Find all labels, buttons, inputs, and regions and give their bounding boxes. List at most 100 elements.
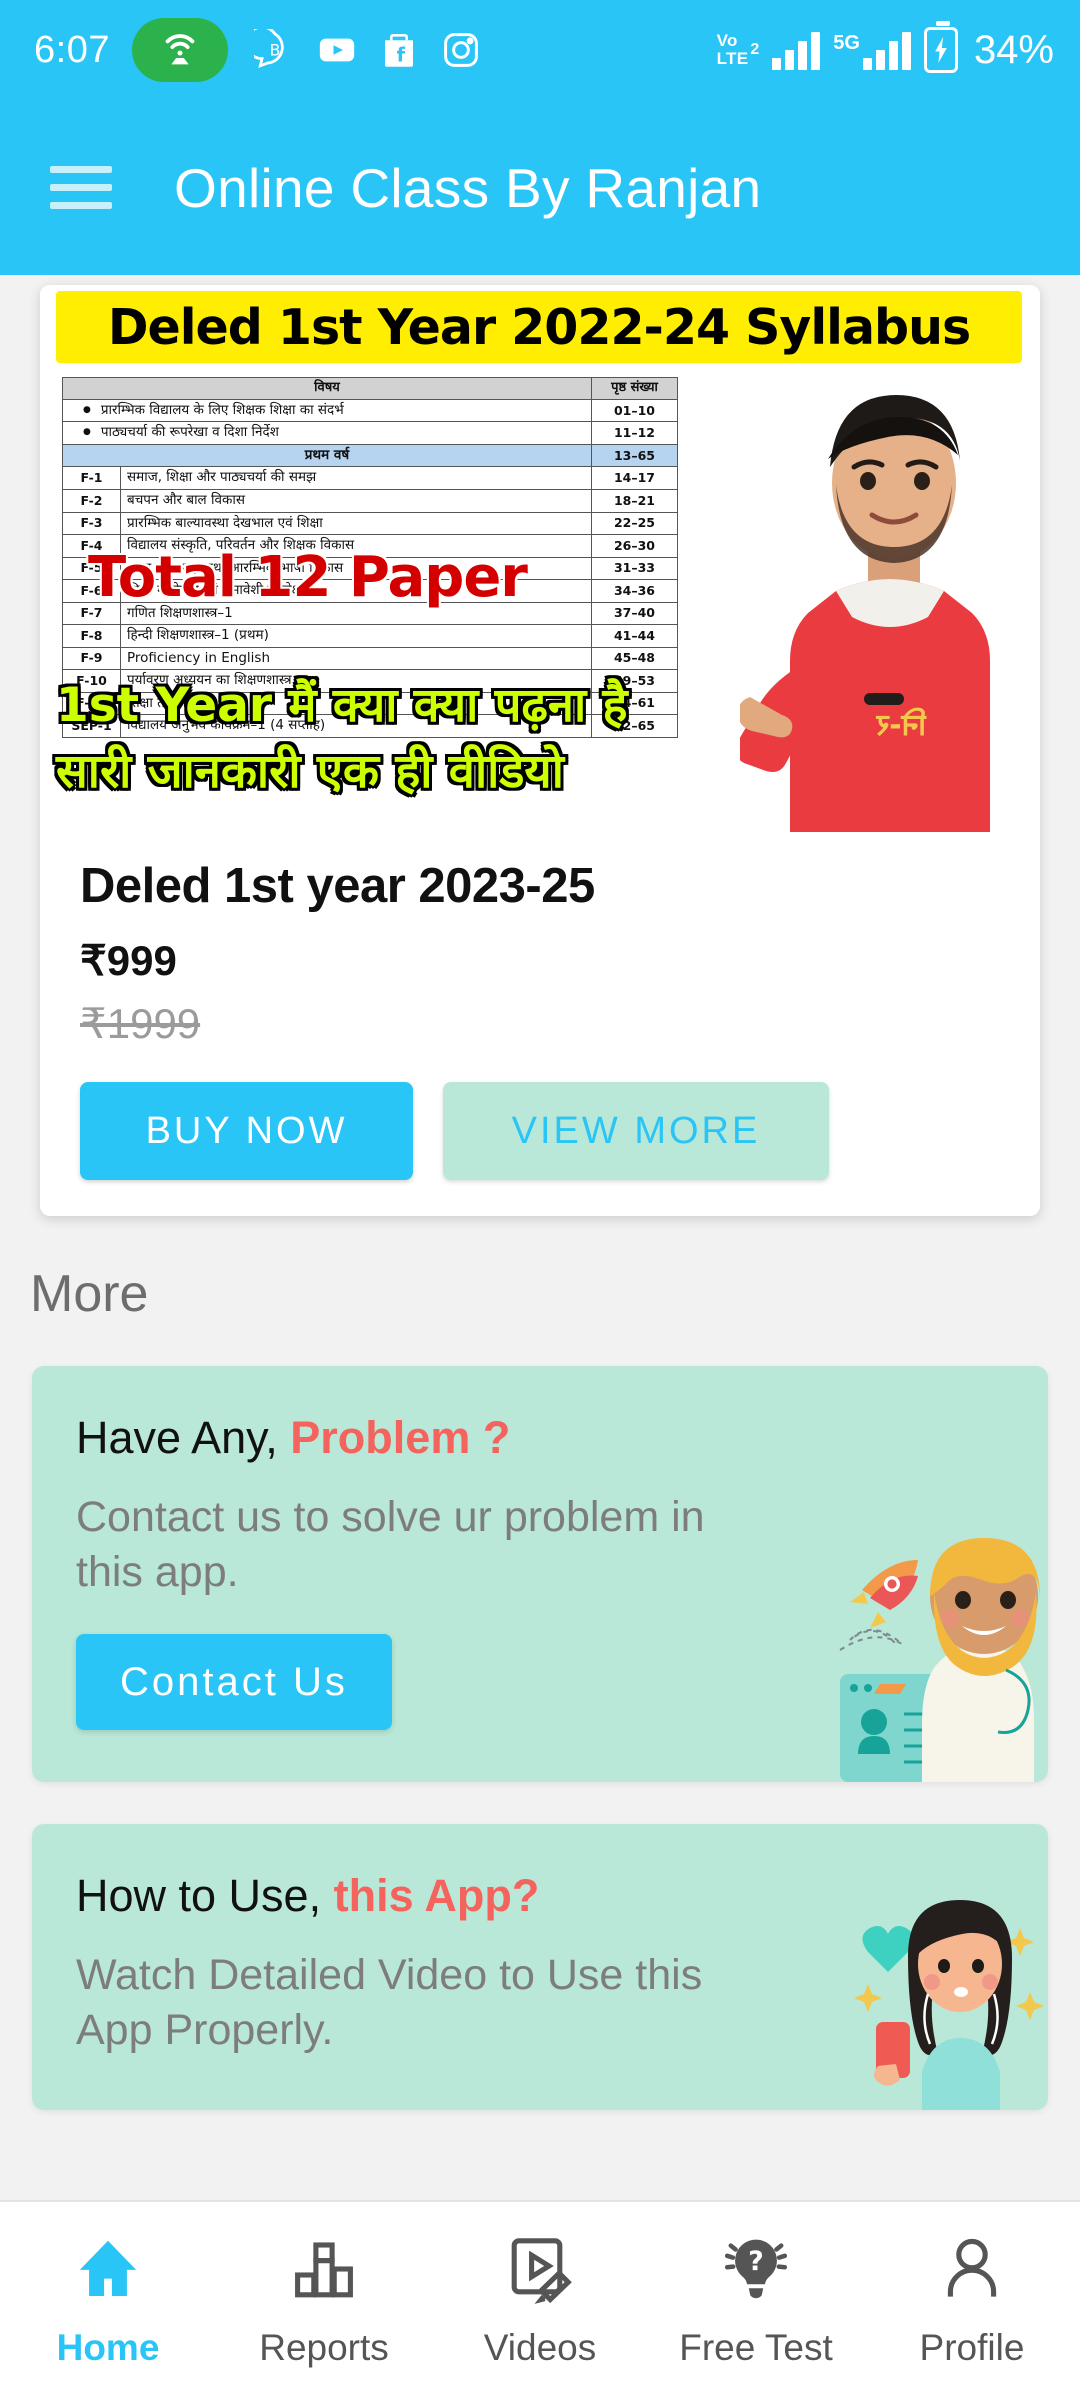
syllabus-cell-pages: 01–10 xyxy=(591,398,678,423)
thumbnail-overlay-hindi-1: 1st Year मैं क्या क्या पढ़ना है xyxy=(56,678,628,733)
table-row: पाठ्यचर्या की रूपरेखा व दिशा निर्देश11–1… xyxy=(62,421,678,445)
nav-label-free-test: Free Test xyxy=(679,2327,833,2368)
view-more-button[interactable]: VIEW MORE xyxy=(443,1082,829,1180)
syllabus-cell-pages: 13–65 xyxy=(591,443,678,468)
how-to-use-title-plain: How to Use, xyxy=(76,1870,334,1922)
battery-percent: 34% xyxy=(973,27,1054,72)
syllabus-header-subject: विषय xyxy=(62,377,592,400)
course-card[interactable]: Deled 1st Year 2022-24 Syllabus विषय पृष… xyxy=(40,285,1040,1216)
syllabus-cell-subject: समाज, शिक्षा और पाठ्यचर्या की समझ xyxy=(120,466,592,490)
nav-label-profile: Profile xyxy=(919,2327,1025,2368)
flipkart-icon: f xyxy=(384,33,413,67)
hamburger-menu-icon[interactable] xyxy=(50,166,112,209)
app-screen: 6:07 B f Vo LTE 2 5G 34% Online Class By… xyxy=(0,0,1080,2400)
signal-bars-sim2 xyxy=(862,30,911,70)
how-to-use-title-accent: this App? xyxy=(333,1870,540,1922)
help-problem-card[interactable]: Have Any, Problem ? Contact us to solve … xyxy=(32,1366,1048,1783)
syllabus-cell-subject: पाठ्यचर्या की रूपरेखा व दिशा निर्देश xyxy=(62,421,592,445)
nav-item-free-test[interactable]: ? Free Test xyxy=(648,2233,864,2369)
more-section-heading: More xyxy=(30,1265,149,1323)
bar-chart-icon xyxy=(295,2242,353,2298)
how-to-use-card[interactable]: How to Use, this App? Watch Detailed Vid… xyxy=(32,1824,1048,2111)
svg-text:B: B xyxy=(270,40,281,59)
table-row: प्रथम वर्ष 13–65 xyxy=(62,443,678,468)
status-bar: 6:07 B f Vo LTE 2 5G 34% xyxy=(0,0,1080,100)
course-card-body: Deled 1st year 2023-25 ₹999 ₹1999 BUY NO… xyxy=(40,832,1040,1216)
status-right-icons: Vo LTE 2 5G 34% xyxy=(717,21,1054,73)
nav-label-videos: Videos xyxy=(483,2327,597,2368)
volte-icon: Vo LTE 2 xyxy=(717,32,760,68)
nav-item-profile[interactable]: Profile xyxy=(864,2233,1080,2369)
contact-us-button[interactable]: Contact Us xyxy=(76,1634,392,1731)
thumbnail-banner: Deled 1st Year 2022-24 Syllabus xyxy=(56,291,1022,363)
scroll-content[interactable]: Deled 1st Year 2022-24 Syllabus विषय पृष… xyxy=(0,275,1080,2200)
bluestacks-icon: B xyxy=(253,29,284,68)
table-row: प्रारम्भिक विद्यालय के लिए शिक्षक शिक्षा… xyxy=(62,398,678,423)
nav-label-home: Home xyxy=(56,2327,160,2368)
support-agent-illustration xyxy=(838,1522,1048,1783)
lightbulb-question-icon: ? xyxy=(724,2239,788,2299)
syllabus-cell-code: F-8 xyxy=(62,624,121,648)
nav-label-reports: Reports xyxy=(259,2327,389,2368)
syllabus-section-label: प्रथम वर्ष xyxy=(62,443,592,468)
hotspot-icon xyxy=(131,18,228,82)
syllabus-cell-pages: 34–36 xyxy=(591,579,678,603)
syllabus-cell-subject: Proficiency in English xyxy=(120,646,592,671)
course-action-row: BUY NOW VIEW MORE xyxy=(80,1082,1000,1180)
table-row: F-1 समाज, शिक्षा और पाठ्यचर्या की समझ 14–1… xyxy=(62,466,678,490)
youtube-icon xyxy=(319,38,355,62)
page-title: Online Class By Ranjan xyxy=(174,156,762,219)
syllabus-cell-pages: 11–12 xyxy=(591,421,678,445)
syllabus-cell-pages: 31–33 xyxy=(591,556,678,581)
signal-bars-sim1 xyxy=(772,30,821,70)
course-price-original: ₹1999 xyxy=(80,1000,201,1047)
syllabus-cell-pages: 14–17 xyxy=(591,466,678,490)
nav-item-reports[interactable]: Reports xyxy=(216,2233,432,2369)
syllabus-cell-subject: हिन्दी शिक्षणशास्त्र–1 (प्रथम) xyxy=(120,624,592,648)
buy-now-button[interactable]: BUY NOW xyxy=(80,1082,413,1180)
svg-text:f: f xyxy=(397,43,406,66)
course-price: ₹999 xyxy=(80,937,177,984)
status-time: 6:07 xyxy=(34,28,110,71)
how-to-use-subtitle: Watch Detailed Video to Use this App Pro… xyxy=(76,1951,703,2055)
notification-icons: B f xyxy=(253,29,482,71)
volte-label-bottom: LTE xyxy=(716,49,749,68)
table-row: F-2 बचपन और बाल विकास 18–21 xyxy=(62,489,678,513)
instructor-photo: नि-र xyxy=(740,363,1040,832)
thumbnail-overlay-total: Total 12 Paper xyxy=(88,545,528,610)
help-problem-title: Have Any, Problem ? xyxy=(76,1412,1004,1464)
syllabus-cell-code: F-9 xyxy=(62,646,121,671)
network-5g-group: 5G xyxy=(833,30,911,70)
person-icon xyxy=(947,2238,997,2297)
thumbnail-banner-text: Deled 1st Year 2022-24 Syllabus xyxy=(107,298,971,356)
network-label: 5G xyxy=(833,32,860,54)
sim-badge: 2 xyxy=(750,41,760,58)
syllabus-cell-pages: 37–40 xyxy=(591,601,678,626)
svg-text:?: ? xyxy=(748,2246,764,2277)
nav-item-videos[interactable]: Videos xyxy=(432,2233,648,2369)
syllabus-cell-pages: 45–48 xyxy=(591,646,678,671)
help-problem-subtitle: Contact us to solve ur problem in this a… xyxy=(76,1493,705,1597)
table-header-row: विषय पृष्ठ संख्या xyxy=(62,377,678,400)
thumbnail-overlay-hindi-2: सारी जानकारी एक ही वीडियो xyxy=(56,744,564,799)
nav-item-home[interactable]: Home xyxy=(0,2233,216,2369)
course-thumbnail[interactable]: Deled 1st Year 2022-24 Syllabus विषय पृष… xyxy=(40,285,1040,832)
syllabus-cell-code: F-2 xyxy=(62,489,121,513)
bottom-navigation: Home Reports Videos ? Free Test Profile xyxy=(0,2200,1080,2400)
syllabus-cell-pages: 26–30 xyxy=(591,534,678,558)
syllabus-cell-pages: 22–25 xyxy=(591,511,678,536)
syllabus-cell-subject: प्रारम्भिक बाल्यावस्था देखभाल एवं शिक्षा xyxy=(120,511,592,536)
syllabus-cell-code: F-1 xyxy=(62,466,121,490)
help-problem-title-accent: Problem ? xyxy=(290,1412,511,1463)
table-row: F-8 हिन्दी शिक्षणशास्त्र–1 (प्रथम) 41–44 xyxy=(62,624,678,648)
svg-text:नि-र: नि-र xyxy=(875,707,927,743)
help-problem-title-plain: Have Any, xyxy=(76,1412,291,1463)
syllabus-cell-subject: बचपन और बाल विकास xyxy=(120,489,592,513)
video-edit-icon xyxy=(511,2238,572,2304)
table-row: F-9 Proficiency in English 45–48 xyxy=(62,646,678,671)
table-row: F-3 प्रारम्भिक बाल्यावस्था देखभाल एवं शिक… xyxy=(62,511,678,536)
course-title: Deled 1st year 2023-25 xyxy=(80,859,595,913)
girl-with-phone-illustration xyxy=(848,1890,1048,2111)
syllabus-cell-pages: 41–44 xyxy=(591,624,678,648)
syllabus-cell-pages: 18–21 xyxy=(591,489,678,513)
